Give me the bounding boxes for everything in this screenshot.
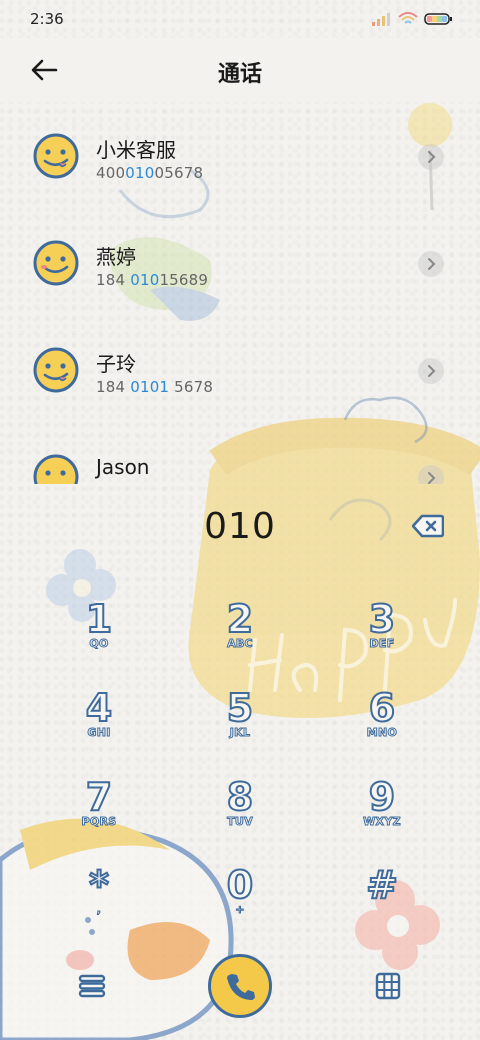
phone-icon [227, 974, 255, 1000]
smiley-avatar-icon [33, 454, 79, 484]
key-3[interactable]: 3 DEF [322, 597, 442, 678]
key-hash[interactable]: # [322, 863, 442, 944]
call-button[interactable] [208, 954, 272, 1018]
chevron-right-icon [428, 472, 436, 484]
contact-number: 184 0101 5678 [96, 378, 214, 396]
chevron-right-icon [428, 365, 436, 377]
keypad-toggle-button[interactable] [370, 968, 406, 1004]
smiley-avatar-icon [33, 133, 79, 179]
contact-name: 小米客服 [96, 138, 176, 162]
smiley-avatar-icon [33, 240, 79, 286]
contact-item[interactable]: 子玲 184 0101 5678 [0, 318, 480, 425]
smiley-avatar-icon [33, 347, 79, 393]
key-9[interactable]: 9 WXYZ [322, 775, 442, 856]
contact-name: 子玲 [96, 352, 136, 376]
contact-detail-button[interactable] [418, 144, 444, 170]
contact-item[interactable]: 燕婷 184 01015689 [0, 211, 480, 318]
menu-icon [78, 974, 106, 998]
key-6[interactable]: 6 MNO [322, 686, 442, 767]
key-2[interactable]: 2 ABC [180, 597, 300, 678]
contact-number: 40001005678 [96, 164, 204, 182]
contact-detail-button[interactable] [418, 251, 444, 277]
menu-button[interactable] [74, 968, 110, 1004]
key-0[interactable]: 0 + [180, 863, 300, 944]
signal-icon [372, 13, 390, 26]
contact-list: 小米客服 40001005678 燕婷 184 01015689 子玲 184 … [0, 104, 480, 484]
chevron-right-icon [428, 151, 436, 163]
delete-button[interactable] [411, 514, 445, 538]
dialer-pad: 010 1 QO 2 ABC 3 DEF 4 GHI 5 JKL 6 MNO 7… [0, 484, 480, 1040]
status-time: 2:36 [30, 10, 64, 28]
contact-item[interactable]: 小米客服 40001005678 [0, 104, 480, 211]
wifi-icon [398, 12, 418, 24]
page-title: 通话 [217, 62, 262, 87]
backspace-icon [411, 514, 445, 538]
contact-name: Jason [96, 455, 150, 479]
key-star[interactable]: * , [39, 863, 159, 944]
contact-name: 燕婷 [96, 245, 136, 269]
contact-number: 184 01015689 [96, 271, 209, 289]
dialed-number: 010 [204, 506, 276, 547]
contact-detail-button[interactable] [418, 358, 444, 384]
header: 通话 [0, 38, 480, 102]
keypad-icon [375, 972, 401, 1000]
status-bar: 2:36 [0, 0, 480, 38]
key-7[interactable]: 7 PQRS [39, 775, 159, 856]
status-icons [372, 12, 452, 26]
contact-item[interactable]: Jason [0, 425, 480, 484]
battery-icon [424, 13, 452, 25]
contact-detail-button[interactable] [418, 465, 444, 484]
key-1[interactable]: 1 QO [39, 597, 159, 678]
key-8[interactable]: 8 TUV [180, 775, 300, 856]
chevron-right-icon [428, 258, 436, 270]
key-4[interactable]: 4 GHI [39, 686, 159, 767]
key-5[interactable]: 5 JKL [180, 686, 300, 767]
